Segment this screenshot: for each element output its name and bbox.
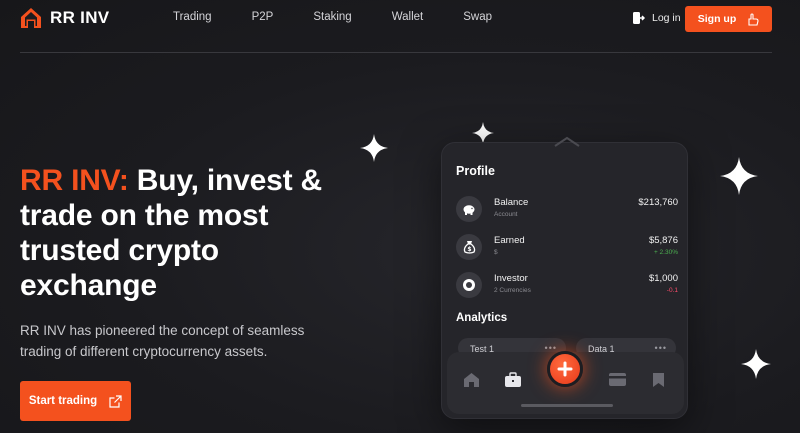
nav-link-staking[interactable]: Staking [313, 11, 351, 23]
sparkle-icon [741, 349, 771, 379]
add-button[interactable] [547, 351, 583, 387]
login-label: Log in [652, 12, 681, 24]
house-logo-icon [21, 8, 41, 28]
analytics-heading: Analytics [456, 312, 508, 324]
row-value: $213,760 [638, 197, 678, 208]
nav-link-p2p[interactable]: P2P [252, 11, 274, 23]
nav-links: Trading P2P Staking Wallet Swap [173, 11, 492, 23]
target-icon [456, 272, 482, 298]
login-button[interactable]: Log in [632, 11, 681, 25]
row-label: Earned [494, 235, 525, 246]
home-indicator [521, 404, 613, 407]
card-icon[interactable] [608, 372, 627, 387]
sparkle-icon [720, 157, 758, 195]
brand[interactable]: RR INV [20, 7, 109, 29]
hero-title: RR INV: Buy, invest & trade on the most … [20, 163, 350, 303]
nav-link-wallet[interactable]: Wallet [392, 11, 424, 23]
start-trading-label: Start trading [28, 395, 98, 407]
brand-name: RR INV [50, 8, 110, 27]
login-icon [633, 12, 645, 24]
hero-subtitle: RR INV has pioneered the concept of seam… [20, 323, 305, 359]
row-change-positive: + 2.30% [653, 249, 678, 256]
sparkle-icon [472, 122, 494, 144]
row-value: $1,000 [648, 273, 678, 284]
profile-heading: Profile [456, 164, 495, 178]
row-label: Balance [494, 197, 529, 208]
row-sub: Account [494, 211, 518, 218]
bookmark-icon[interactable] [652, 372, 665, 388]
profile-row-earned[interactable]: $ Earned $ $5,876 + 2.30% [456, 231, 678, 261]
top-nav: RR INV Trading P2P Staking Wallet Swap L… [0, 0, 800, 36]
row-sub: 2 Currencies [494, 287, 531, 294]
row-sub: $ [494, 249, 498, 256]
chevron-up-icon [554, 136, 580, 147]
nav-divider [20, 52, 772, 53]
nav-link-trading[interactable]: Trading [173, 11, 212, 23]
row-change-negative: -0.1 [666, 287, 678, 294]
signup-label: Sign up [697, 13, 737, 25]
plus-icon [557, 361, 573, 377]
external-link-icon [109, 394, 122, 408]
home-icon[interactable] [463, 372, 480, 388]
money-bag-icon: $ [456, 234, 482, 260]
briefcase-icon[interactable] [504, 372, 522, 388]
hero-title-accent: RR INV: [20, 164, 129, 197]
nav-link-swap[interactable]: Swap [463, 11, 492, 23]
sparkle-icon [360, 134, 388, 162]
row-value: $5,876 [648, 235, 678, 246]
signup-button[interactable]: Sign up [685, 6, 772, 32]
profile-row-balance[interactable]: Balance Account $213,760 [456, 193, 678, 223]
piggy-bank-icon [456, 196, 482, 222]
hand-icon [748, 12, 759, 26]
row-label: Investor [494, 273, 528, 284]
start-trading-button[interactable]: Start trading [20, 381, 131, 421]
profile-row-investor[interactable]: Investor 2 Currencies $1,000 -0.1 [456, 269, 678, 299]
svg-text:$: $ [467, 246, 471, 253]
